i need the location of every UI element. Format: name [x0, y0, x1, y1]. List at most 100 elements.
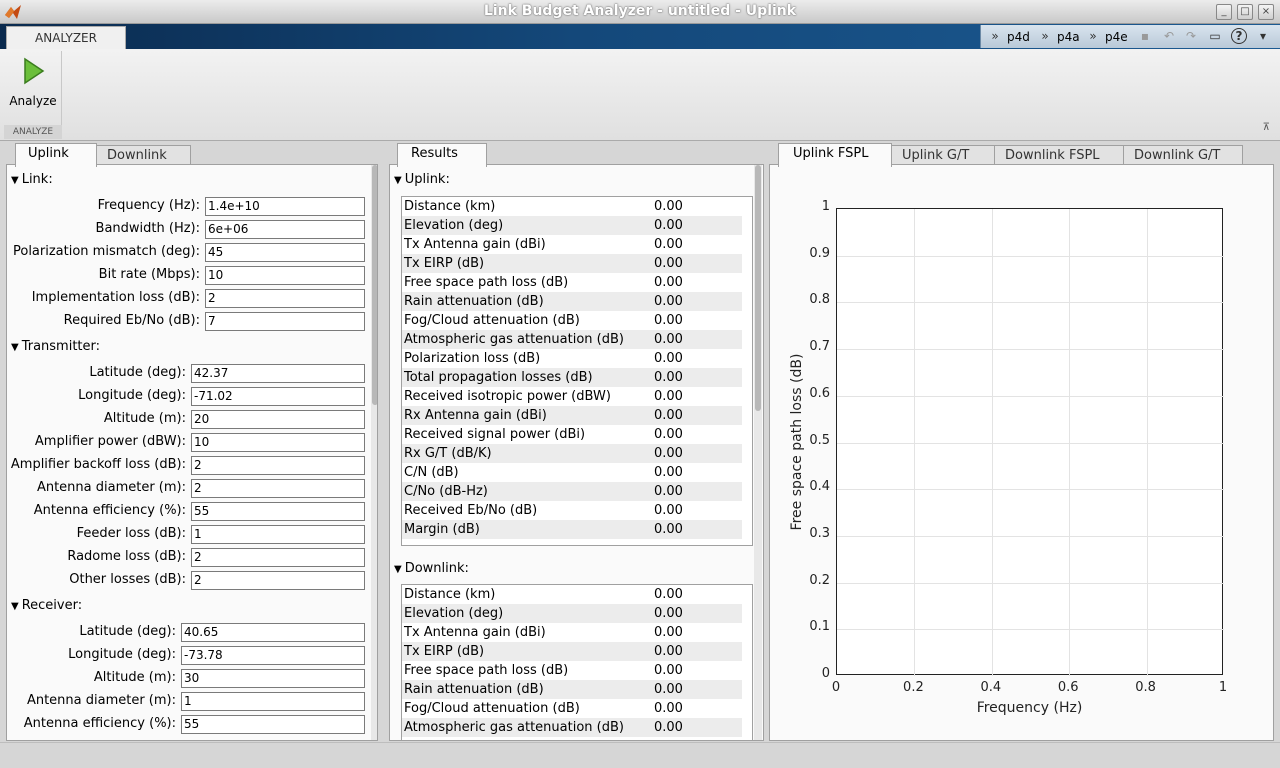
result-name: Rain attenuation (dB) — [402, 680, 652, 699]
result-name: Received signal power (dBi) — [402, 425, 652, 444]
parameter-input[interactable]: -71.02 — [191, 387, 365, 406]
result-value: 0.00 — [652, 273, 742, 292]
parameter-input[interactable]: 2 — [205, 289, 365, 308]
link-section-header[interactable]: ▼ Link: — [11, 172, 53, 187]
x-tick-label: 0.6 — [1057, 680, 1079, 695]
result-value: 0.00 — [652, 699, 742, 718]
field-label: Amplifier power (dBW): — [34, 434, 186, 449]
tab-results[interactable]: Results — [397, 143, 487, 167]
scrollbar[interactable] — [754, 165, 762, 740]
y-axis-label: Free space path loss (dB) — [789, 353, 805, 531]
result-name: Distance (km) — [402, 197, 652, 216]
quick-access-p4a[interactable]: p4a — [1057, 28, 1080, 46]
ribbon: Analyze ANALYZE ⊼ — [0, 49, 1280, 141]
toolstrip-tabbar: ANALYZER » p4d » p4a » p4e ▪ ↶ ↷ ▭ ? ▾ — [0, 24, 1280, 49]
result-value: 0.00 — [652, 254, 742, 273]
favorite-icon: » — [1089, 29, 1097, 43]
field-label: Latitude (deg): — [89, 365, 186, 380]
expand-arrow-icon: ▼ — [11, 175, 19, 186]
tab-uplink-fspl[interactable]: Uplink FSPL — [778, 143, 892, 167]
result-name: Tx EIRP (dB) — [402, 254, 652, 273]
uplink-parameters: ▼ Link: Frequency (Hz): 1.4e+10 Bandwidth (H… — [6, 164, 378, 741]
result-value: 0.00 — [652, 623, 742, 642]
tab-uplink[interactable]: Uplink — [15, 143, 97, 167]
parameter-input[interactable]: 1.4e+10 — [205, 197, 365, 216]
parameter-input[interactable]: 2 — [191, 548, 365, 567]
result-name: Margin (dB) — [402, 520, 652, 539]
parameter-input[interactable]: 55 — [181, 715, 365, 734]
chevron-down-icon[interactable]: ▾ — [1255, 28, 1271, 44]
parameter-input[interactable]: 1 — [191, 525, 365, 544]
receiver-section-header[interactable]: ▼ Receiver: — [11, 598, 82, 613]
parameter-input[interactable]: 1 — [181, 692, 365, 711]
redo-icon[interactable]: ↷ — [1183, 28, 1199, 44]
parameter-input[interactable]: 10 — [191, 433, 365, 452]
result-name: Atmospheric gas attenuation (dB) — [402, 718, 652, 737]
tab-analyzer[interactable]: ANALYZER — [6, 26, 126, 49]
y-grid-line — [837, 442, 1224, 444]
y-grid-line — [837, 489, 1224, 491]
result-value: 0.00 — [652, 604, 742, 623]
downlink-results-header[interactable]: ▼ Downlink: — [394, 561, 469, 576]
parameter-input[interactable]: 55 — [191, 502, 365, 521]
section-label: ANALYZE — [4, 125, 62, 139]
y-grid-line — [837, 629, 1224, 631]
undo-icon[interactable]: ↶ — [1161, 28, 1177, 44]
result-name: Free space path loss (dB) — [402, 273, 652, 292]
y-grid-line — [837, 535, 1224, 537]
y-grid-line — [837, 302, 1224, 304]
field-label: Longitude (deg): — [68, 647, 176, 662]
parameter-input[interactable]: 7 — [205, 312, 365, 331]
parameter-input[interactable]: 42.37 — [191, 364, 365, 383]
scrollbar-thumb[interactable] — [372, 165, 377, 405]
quick-access-p4e[interactable]: p4e — [1105, 28, 1128, 46]
parameter-input[interactable]: 20 — [191, 410, 365, 429]
parameter-input[interactable]: 2 — [191, 456, 365, 475]
result-name: Tx EIRP (dB) — [402, 642, 652, 661]
parameter-input[interactable]: 30 — [181, 669, 365, 688]
uplink-results-table: Distance (km) 0.00 Elevation (deg) 0.00 Tx A… — [401, 196, 753, 546]
parameter-input[interactable]: 10 — [205, 266, 365, 285]
table-row: Elevation (deg) 0.00 — [402, 216, 742, 235]
parameter-input[interactable]: 40.65 — [181, 623, 365, 642]
window-title: Link Budget Analyzer - untitled - Uplink — [483, 3, 797, 19]
parameter-input[interactable]: -73.78 — [181, 646, 365, 665]
result-value: 0.00 — [652, 425, 742, 444]
quick-access-p4d[interactable]: p4d — [1007, 28, 1030, 46]
uplink-results-header[interactable]: ▼ Uplink: — [394, 172, 450, 187]
analyze-button[interactable]: Analyze — [4, 51, 62, 113]
help-icon[interactable]: ? — [1231, 28, 1247, 44]
parameter-input[interactable]: 45 — [205, 243, 365, 262]
collapse-ribbon-icon[interactable]: ⊼ — [1263, 122, 1270, 133]
minimize-button[interactable]: _ — [1216, 4, 1232, 20]
play-icon — [24, 57, 45, 85]
layout-icon[interactable]: ▭ — [1207, 28, 1223, 44]
field-label: Bandwidth (Hz): — [95, 221, 200, 236]
save-icon[interactable]: ▪ — [1137, 28, 1153, 44]
table-row: Fog/Cloud attenuation (dB) 0.00 — [402, 699, 742, 718]
parameter-input[interactable]: 2 — [191, 479, 365, 498]
table-row: Distance (km) 0.00 — [402, 197, 742, 216]
result-name: Elevation (deg) — [402, 216, 652, 235]
transmitter-section-header[interactable]: ▼ Transmitter: — [11, 339, 100, 354]
parameter-input[interactable]: 2 — [191, 571, 365, 590]
maximize-button[interactable]: □ — [1237, 4, 1253, 20]
table-row: Free space path loss (dB) 0.00 — [402, 661, 742, 680]
close-button[interactable]: × — [1258, 4, 1274, 20]
field-label: Longitude (deg): — [78, 388, 186, 403]
scrollbar[interactable] — [371, 165, 377, 740]
table-row: Tx Antenna gain (dBi) 0.00 — [402, 623, 742, 642]
tab-downlink-fspl[interactable]: Downlink FSPL — [994, 145, 1124, 166]
scrollbar-thumb[interactable] — [755, 165, 761, 411]
tab-uplink-gt[interactable]: Uplink G/T — [891, 145, 995, 166]
fspl-axes[interactable] — [836, 208, 1224, 676]
field-label: Other losses (dB): — [69, 572, 186, 587]
parameter-input[interactable]: 6e+06 — [205, 220, 365, 239]
result-name: Fog/Cloud attenuation (dB) — [402, 699, 652, 718]
table-row: Rx G/T (dB/K) 0.00 — [402, 444, 742, 463]
tab-downlink-gt[interactable]: Downlink G/T — [1123, 145, 1243, 166]
tab-downlink[interactable]: Downlink — [96, 145, 191, 166]
field-label: Feeder loss (dB): — [76, 526, 186, 541]
result-name: C/N (dB) — [402, 463, 652, 482]
table-row: Margin (dB) 0.00 — [402, 520, 742, 539]
